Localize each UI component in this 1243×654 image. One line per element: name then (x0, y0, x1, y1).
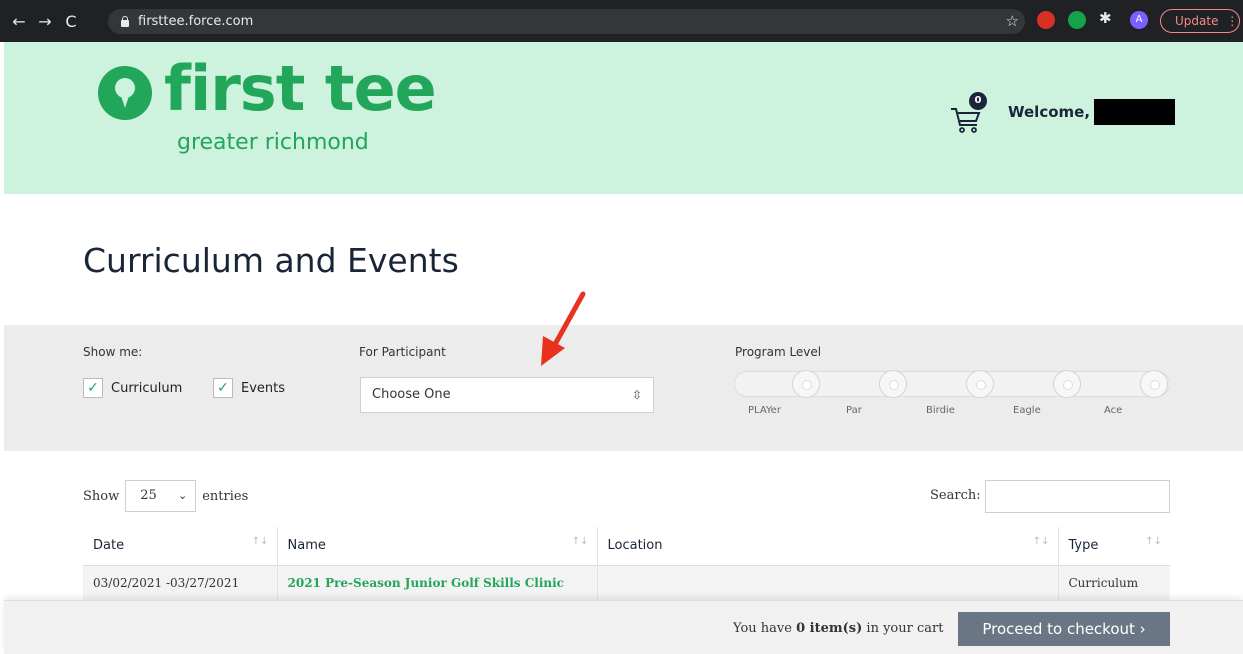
participant-select-value: Choose One (372, 387, 451, 402)
level-label-ace: Ace (1104, 405, 1123, 416)
level-label-birdie: Birdie (926, 405, 955, 416)
sort-icon: ↑↓ (1145, 536, 1162, 547)
show-me-label: Show me: (83, 345, 143, 359)
update-label: Update (1175, 14, 1219, 28)
grammarly-extension-icon[interactable] (1068, 11, 1086, 29)
cart-message-prefix: You have (733, 621, 792, 636)
first-tee-logo-icon[interactable] (96, 64, 154, 122)
cart-count-badge: 0 (969, 92, 987, 110)
participant-select[interactable]: Choose One ⇳ (360, 377, 654, 413)
slider-handle-ace[interactable] (1140, 370, 1168, 398)
slider-handle-birdie[interactable] (966, 370, 994, 398)
slider-handle-eagle[interactable] (1053, 370, 1081, 398)
profile-avatar[interactable]: A (1130, 11, 1148, 29)
lock-icon (120, 16, 130, 27)
column-header-label: Date (93, 538, 125, 554)
logo-subtitle: greater richmond (177, 130, 369, 155)
browser-toolbar: ← → C firsttee.force.com ☆ ✱ A Update ⋮ (0, 0, 1243, 42)
cart-footer-bar: You have 0 item(s) in your cart Proceed … (4, 600, 1243, 654)
cell-name: 2021 Pre-Season Junior Golf Skills Clini… (277, 565, 598, 601)
reload-icon[interactable]: C (58, 12, 84, 31)
check-icon: ✓ (213, 378, 233, 398)
events-checkbox[interactable]: ✓ Events (213, 378, 285, 398)
site-header: first tee greater richmond 0 Welcome, (4, 42, 1243, 194)
curriculum-label: Curriculum (111, 380, 183, 396)
annotation-arrow-icon (541, 291, 586, 366)
column-header-label: Location (607, 538, 663, 554)
column-header-label: Type (1068, 538, 1099, 554)
welcome-text: Welcome, (1008, 103, 1091, 121)
logo-wordmark[interactable]: first tee (164, 52, 437, 125)
chevron-updown-icon: ⇳ (631, 388, 642, 402)
sort-icon: ↑↓ (251, 536, 269, 547)
cell-location (597, 565, 1059, 601)
search-input[interactable] (985, 480, 1170, 513)
entries-length-control: Show 25 ⌄ entries (83, 480, 248, 512)
cell-date: 03/02/2021 -03/27/2021 (83, 565, 278, 601)
extension-red-icon[interactable] (1037, 11, 1055, 29)
table-row: 03/02/2021 -03/27/2021 2021 Pre-Season J… (83, 565, 1170, 601)
sort-icon: ↑↓ (571, 536, 589, 547)
column-header-location[interactable]: Location ↑↓ (597, 527, 1059, 566)
show-label: Show (83, 488, 120, 504)
entries-label: entries (202, 488, 249, 504)
filter-panel: Show me: ✓ Curriculum ✓ Events For Parti… (4, 325, 1243, 451)
column-header-label: Name (287, 538, 326, 554)
entries-select-value: 25 (140, 488, 157, 503)
chevron-down-icon: ⌄ (178, 489, 188, 502)
curriculum-checkbox[interactable]: ✓ Curriculum (83, 378, 182, 398)
check-icon: ✓ (83, 378, 103, 398)
menu-dots-icon: ⋮ (1226, 14, 1239, 28)
page-title: Curriculum and Events (83, 241, 459, 280)
sort-icon: ↑↓ (1032, 536, 1050, 547)
cart-message: You have 0 item(s) in your cart (733, 621, 943, 636)
redacted-username (1094, 99, 1175, 125)
table-header-row: Date ↑↓ Name ↑↓ Location ↑↓ Type ↑↓ (83, 527, 1170, 566)
event-link[interactable]: 2021 Pre-Season Junior Golf Skills Clini… (288, 576, 564, 590)
bookmark-star-icon[interactable]: ☆ (1006, 12, 1019, 30)
slider-handle-par[interactable] (879, 370, 907, 398)
cart-message-suffix: in your cart (866, 621, 944, 636)
column-header-type[interactable]: Type ↑↓ (1058, 527, 1170, 566)
level-label-par: Par (846, 405, 862, 416)
cell-type: Curriculum (1058, 565, 1170, 601)
level-label-eagle: Eagle (1013, 405, 1041, 416)
proceed-to-checkout-button[interactable]: Proceed to checkout › (958, 612, 1170, 646)
column-header-date[interactable]: Date ↑↓ (83, 527, 278, 566)
search-label: Search: (930, 488, 981, 503)
entries-select[interactable]: 25 ⌄ (125, 480, 197, 512)
participant-label: For Participant (359, 345, 446, 359)
extensions-puzzle-icon[interactable]: ✱ (1099, 9, 1117, 27)
back-icon[interactable]: ← (6, 12, 32, 31)
level-label-player: PLAYer (748, 405, 781, 416)
slider-handle-player[interactable] (792, 370, 820, 398)
address-bar[interactable]: firsttee.force.com ☆ (108, 9, 1025, 34)
update-button[interactable]: Update ⋮ (1160, 9, 1240, 33)
forward-icon[interactable]: → (32, 12, 58, 31)
program-level-label: Program Level (735, 345, 822, 359)
column-header-name[interactable]: Name ↑↓ (277, 527, 598, 566)
events-label: Events (241, 380, 286, 396)
url-text: firsttee.force.com (138, 14, 254, 29)
cart-item-count: 0 item(s) (796, 621, 863, 636)
events-table: Date ↑↓ Name ↑↓ Location ↑↓ Type ↑↓ 03/02/20… (83, 527, 1170, 601)
